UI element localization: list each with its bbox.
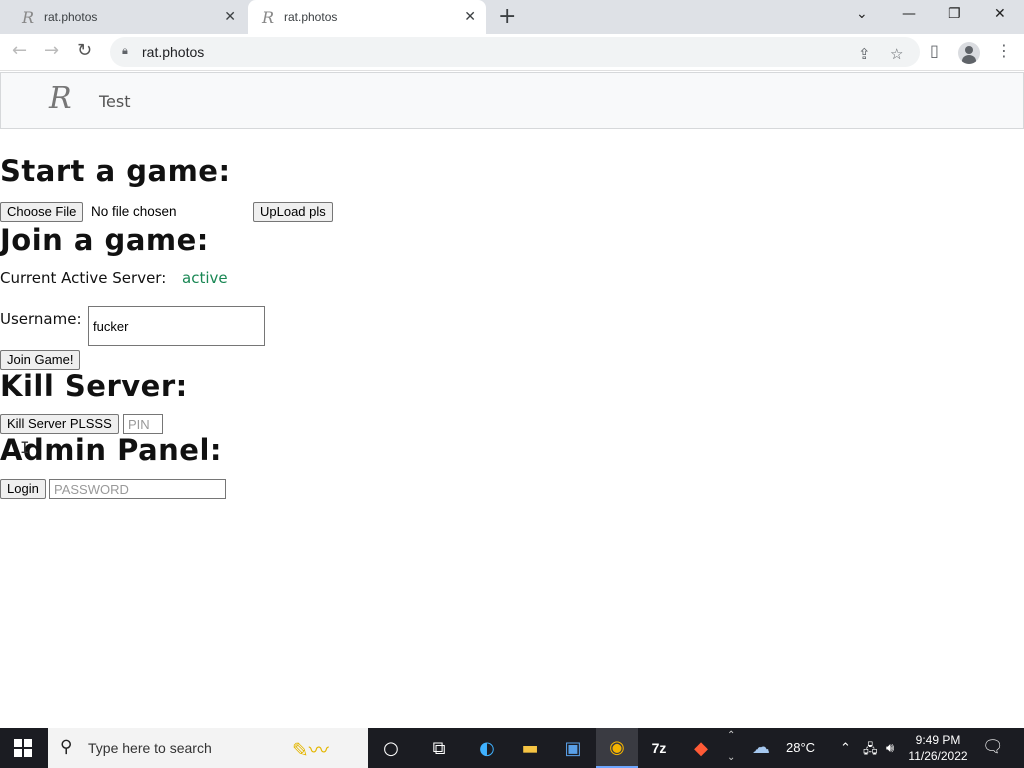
- close-tab-icon[interactable]: ✕: [224, 8, 236, 25]
- minimize-icon[interactable]: —: [902, 6, 916, 22]
- tab-search-chevron-icon[interactable]: ⌄: [856, 6, 868, 22]
- side-panel-icon[interactable]: ▯: [930, 41, 939, 60]
- profile-avatar-icon[interactable]: [958, 42, 980, 64]
- nav-link-test[interactable]: Test: [99, 92, 131, 111]
- bookmark-star-icon[interactable]: ☆: [890, 45, 903, 63]
- browser-tab-2[interactable]: R rat.photos ✕: [248, 0, 486, 34]
- windows-start-icon[interactable]: [14, 739, 32, 757]
- forward-icon[interactable]: →: [44, 40, 59, 61]
- server-label: Current Active Server:: [0, 269, 167, 287]
- tab-title: rat.photos: [44, 10, 98, 24]
- tab-strip: R rat.photos ✕ R rat.photos ✕ + ⌄ — ❐ ✕: [0, 0, 1024, 34]
- search-icon: ⚲: [60, 737, 73, 757]
- server-status-text: active: [182, 269, 228, 287]
- search-placeholder: Type here to search: [88, 740, 212, 756]
- file-status-text: No file chosen: [91, 204, 177, 219]
- menu-kebab-icon[interactable]: ⋮: [996, 41, 1012, 60]
- reload-icon[interactable]: ↻: [77, 40, 92, 61]
- system-clock[interactable]: 9:49 PM 11/26/2022: [906, 732, 970, 764]
- scroll-down-icon[interactable]: ⌄: [727, 752, 735, 763]
- browser-tab-1[interactable]: R rat.photos ✕: [8, 0, 246, 34]
- password-input[interactable]: [49, 479, 226, 499]
- login-button[interactable]: Login: [0, 479, 46, 499]
- pin-input[interactable]: [123, 414, 163, 434]
- file-explorer-icon[interactable]: ▬: [509, 728, 551, 768]
- omnibox[interactable]: 🔒︎ rat.photos ⇪ ☆: [110, 37, 920, 67]
- join-game-button[interactable]: Join Game!: [0, 350, 81, 370]
- search-highlight-pencil-icon: ✎〰: [292, 738, 329, 762]
- close-window-icon[interactable]: ✕: [994, 6, 1006, 22]
- windows-taskbar: ⚲ Type here to search ✎〰 ○ ⧉ ◐ ▬ ▣ ◉ 7z …: [0, 728, 1024, 768]
- restore-icon[interactable]: ❐: [948, 6, 961, 22]
- site-logo[interactable]: R: [49, 81, 72, 116]
- tray-chevron-icon[interactable]: ⌃: [840, 740, 851, 756]
- address-bar: ← → ↻ 🔒︎ rat.photos ⇪ ☆ ▯ ⋮: [0, 34, 1024, 71]
- cortana-icon[interactable]: ○: [370, 728, 412, 768]
- back-icon[interactable]: ←: [12, 40, 27, 61]
- 7zip-icon[interactable]: 7z: [638, 728, 680, 768]
- join-game-heading: Join a game:: [0, 223, 209, 257]
- taskbar-search[interactable]: ⚲ Type here to search ✎〰: [48, 728, 368, 768]
- share-icon[interactable]: ⇪: [858, 45, 871, 63]
- choose-file-button[interactable]: Choose File: [0, 202, 84, 222]
- username-label: Username:: [0, 310, 82, 328]
- task-view-icon[interactable]: ⧉: [418, 728, 460, 768]
- weather-cloud-icon[interactable]: ☁: [752, 737, 770, 758]
- store-icon[interactable]: ▣: [552, 728, 594, 768]
- scroll-up-icon[interactable]: ⌃: [727, 730, 735, 741]
- brave-icon[interactable]: ◆: [680, 728, 722, 768]
- kill-server-button[interactable]: Kill Server PLSSS: [0, 414, 119, 434]
- new-tab-icon[interactable]: +: [498, 4, 516, 29]
- text-cursor-icon: I: [20, 438, 30, 457]
- admin-panel-heading: Admin Panel:: [0, 433, 222, 467]
- upload-button[interactable]: UpLoad pls: [253, 202, 333, 222]
- volume-icon[interactable]: 🔊︎: [886, 740, 894, 756]
- edge-icon[interactable]: ◐: [466, 728, 508, 768]
- network-icon[interactable]: 🖧︎: [863, 740, 878, 762]
- lock-icon[interactable]: 🔒︎: [122, 44, 128, 58]
- clock-time: 9:49 PM: [915, 733, 961, 747]
- kill-server-heading: Kill Server:: [0, 369, 188, 403]
- start-game-heading: Start a game:: [0, 154, 231, 188]
- chrome-icon[interactable]: ◉: [596, 728, 638, 768]
- site-navbar: R Test: [0, 72, 1024, 129]
- weather-temp[interactable]: 28°C: [786, 740, 815, 755]
- site-favicon-icon: R: [22, 8, 35, 27]
- notifications-icon[interactable]: 🗨︎: [982, 737, 1004, 757]
- username-input[interactable]: [88, 306, 265, 346]
- tab-title: rat.photos: [284, 10, 338, 24]
- url-text: rat.photos: [142, 44, 205, 60]
- site-favicon-icon: R: [262, 8, 275, 27]
- close-tab-icon[interactable]: ✕: [464, 8, 476, 25]
- clock-date: 11/26/2022: [908, 749, 968, 763]
